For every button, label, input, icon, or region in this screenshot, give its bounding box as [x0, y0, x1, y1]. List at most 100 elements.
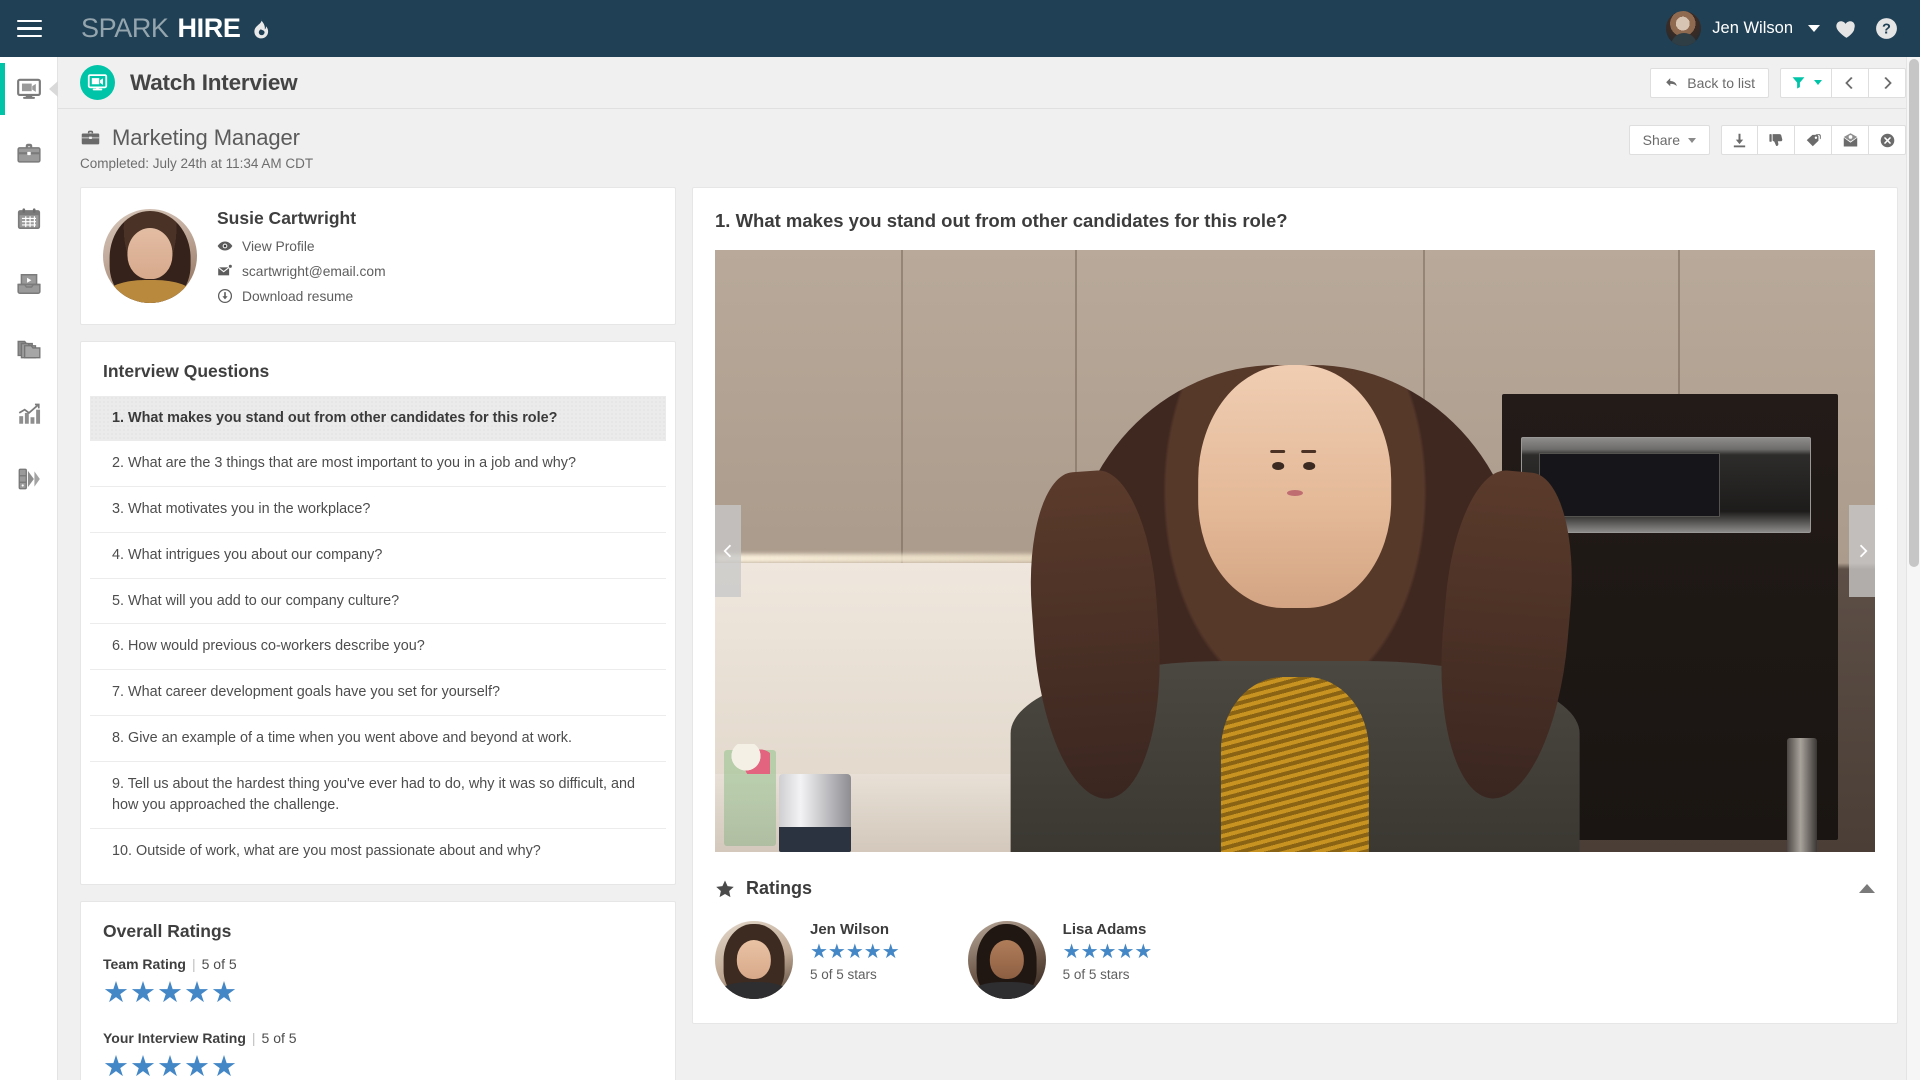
candidate-details: Susie Cartwright View Profile scartwrigh… [217, 208, 386, 304]
email-button[interactable] [1832, 125, 1869, 155]
archive-button[interactable] [1869, 125, 1906, 155]
question-item-1[interactable]: 1. What makes you stand out from other c… [90, 396, 666, 441]
bar-chart-icon [18, 403, 41, 424]
your-rating-label: Your Interview Rating [103, 1029, 246, 1046]
page-scrollbar[interactable] [1906, 57, 1920, 1080]
back-to-list-button[interactable]: Back to list [1650, 67, 1769, 98]
envelope-icon [1843, 132, 1857, 147]
chevron-up-icon[interactable] [1859, 884, 1875, 893]
lisa-adams-avatar [967, 921, 1046, 999]
header-nav-group [1780, 67, 1906, 98]
sidebar-item-watch-interviews[interactable] [0, 63, 58, 115]
question-item-4[interactable]: 4. What intrigues you about our company? [90, 533, 666, 579]
your-rating-stars[interactable]: ★★★★★ [103, 1051, 653, 1080]
page-header: Watch Interview Back to list [58, 57, 1920, 109]
page-title: Watch Interview [130, 69, 298, 95]
arrow-back-icon [1666, 78, 1678, 87]
rater-stars: ★★★★★ [810, 941, 900, 963]
next-question-button[interactable] [1849, 505, 1875, 597]
team-rating-value: 5 of 5 [201, 955, 237, 972]
team-rating-separator: | [191, 955, 196, 972]
your-rating-value: 5 of 5 [261, 1029, 297, 1046]
header-actions: Back to list [1650, 67, 1906, 98]
share-button[interactable]: Share [1628, 125, 1710, 155]
job-sub-header: Marketing Manager Completed: July 24th a… [58, 109, 1920, 187]
interview-video-player[interactable] [715, 250, 1875, 852]
funnel-icon [1792, 77, 1804, 89]
question-item-8[interactable]: 8. Give an example of a time when you we… [90, 716, 666, 762]
question-item-9[interactable]: 9. Tell us about the hardest thing you'v… [90, 762, 666, 829]
rater-caption: 5 of 5 stars [1062, 967, 1130, 982]
logo-spark-text: SPARK [81, 13, 169, 43]
job-action-group [1721, 125, 1906, 155]
rater-details: Lisa Adams ★★★★★ 5 of 5 stars [1063, 921, 1153, 982]
download-button[interactable] [1721, 125, 1758, 155]
sidebar-item-schedule[interactable] [0, 193, 58, 245]
next-interview-button[interactable] [1869, 67, 1906, 98]
download-resume-link[interactable]: Download resume [217, 288, 386, 304]
content-area: Susie Cartwright View Profile scartwrigh… [58, 187, 1920, 1080]
question-item-5[interactable]: 5. What will you add to our company cult… [90, 579, 666, 625]
eye-icon [217, 241, 233, 251]
question-mark-icon: ? [1875, 18, 1897, 39]
scrollbar-thumb[interactable] [1909, 59, 1919, 567]
chevron-left-icon [1845, 76, 1853, 89]
sidebar-item-jobs[interactable] [0, 128, 58, 180]
previous-question-button[interactable] [715, 505, 741, 597]
current-question-heading: 1. What makes you stand out from other c… [715, 210, 1288, 231]
rater-stars: ★★★★★ [1062, 941, 1153, 963]
ratings-panel-header: Ratings [715, 878, 1875, 899]
filter-button[interactable] [1780, 67, 1832, 98]
rater-item: Jen Wilson ★★★★★ 5 of 5 stars [715, 921, 900, 999]
view-profile-label: View Profile [242, 238, 315, 254]
job-title-row: Marketing Manager [80, 125, 313, 151]
candidate-email-label: scartwright@email.com [242, 263, 386, 279]
job-info: Marketing Manager Completed: July 24th a… [80, 125, 313, 171]
right-column: 1. What makes you stand out from other c… [692, 187, 1898, 1024]
job-completed-date: Completed: July 24th at 11:34 AM CDT [80, 156, 314, 171]
question-item-6[interactable]: 6. How would previous co-workers describ… [90, 624, 666, 671]
candidate-email-link[interactable]: scartwright@email.com [217, 263, 386, 279]
share-label: Share [1642, 132, 1680, 148]
svg-text:?: ? [1882, 22, 1891, 38]
chevron-down-icon [1688, 137, 1696, 143]
sidebar-item-branding[interactable] [0, 453, 58, 505]
back-to-list-label: Back to list [1687, 74, 1755, 91]
calendar-icon [17, 208, 41, 230]
left-column: Susie Cartwright View Profile scartwrigh… [80, 187, 676, 1080]
tag-button[interactable] [1795, 125, 1832, 155]
previous-interview-button[interactable] [1832, 67, 1869, 98]
page-title-group: Watch Interview [80, 65, 298, 100]
flame-icon [254, 18, 269, 38]
download-circle-icon [217, 288, 233, 304]
video-still-frame [715, 250, 1875, 852]
user-menu[interactable]: Jen Wilson [1660, 11, 1826, 46]
help-button[interactable]: ? [1866, 0, 1906, 57]
team-rating-stars: ★★★★★ [103, 976, 238, 1009]
sidebar-item-inbox[interactable] [0, 258, 58, 310]
spark-hire-logo[interactable]: SPARK HIRE [81, 13, 273, 44]
question-item-7[interactable]: 7. What career development goals have yo… [90, 670, 666, 717]
team-rating-label-row: Team Rating | 5 of 5 [103, 956, 653, 972]
rater-name: Jen Wilson [810, 921, 890, 938]
favorites-button[interactable] [1826, 0, 1866, 57]
left-sidebar-rail [0, 57, 58, 1080]
monitor-video-icon [80, 65, 115, 100]
briefcase-icon [81, 130, 100, 144]
question-item-10[interactable]: 10. Outside of work, what are you most p… [90, 829, 666, 874]
video-inbox-icon [17, 274, 41, 294]
page-container: Watch Interview Back to list Marketing M… [58, 57, 1920, 1080]
rater-item: Lisa Adams ★★★★★ 5 of 5 stars [967, 921, 1153, 999]
view-profile-link[interactable]: View Profile [217, 238, 386, 254]
question-item-3[interactable]: 3. What motivates you in the workplace? [90, 487, 666, 533]
question-item-2[interactable]: 2. What are the 3 things that are most i… [90, 441, 666, 487]
overall-ratings-body: Team Rating | 5 of 5 ★★★★★ Your Interview … [81, 956, 675, 1080]
ratings-panel: Ratings Jen Wilson ★★★★★ 5 of 5 stars Li… [715, 852, 1875, 1009]
hamburger-menu-icon[interactable] [0, 0, 58, 57]
rater-details: Jen Wilson ★★★★★ 5 of 5 stars [810, 921, 900, 982]
sidebar-item-analytics[interactable] [0, 388, 58, 440]
jen-wilson-avatar [715, 921, 793, 999]
sidebar-item-folders[interactable] [0, 323, 58, 375]
thumbs-down-button[interactable] [1758, 125, 1795, 155]
thumbs-down-icon [1768, 133, 1782, 146]
